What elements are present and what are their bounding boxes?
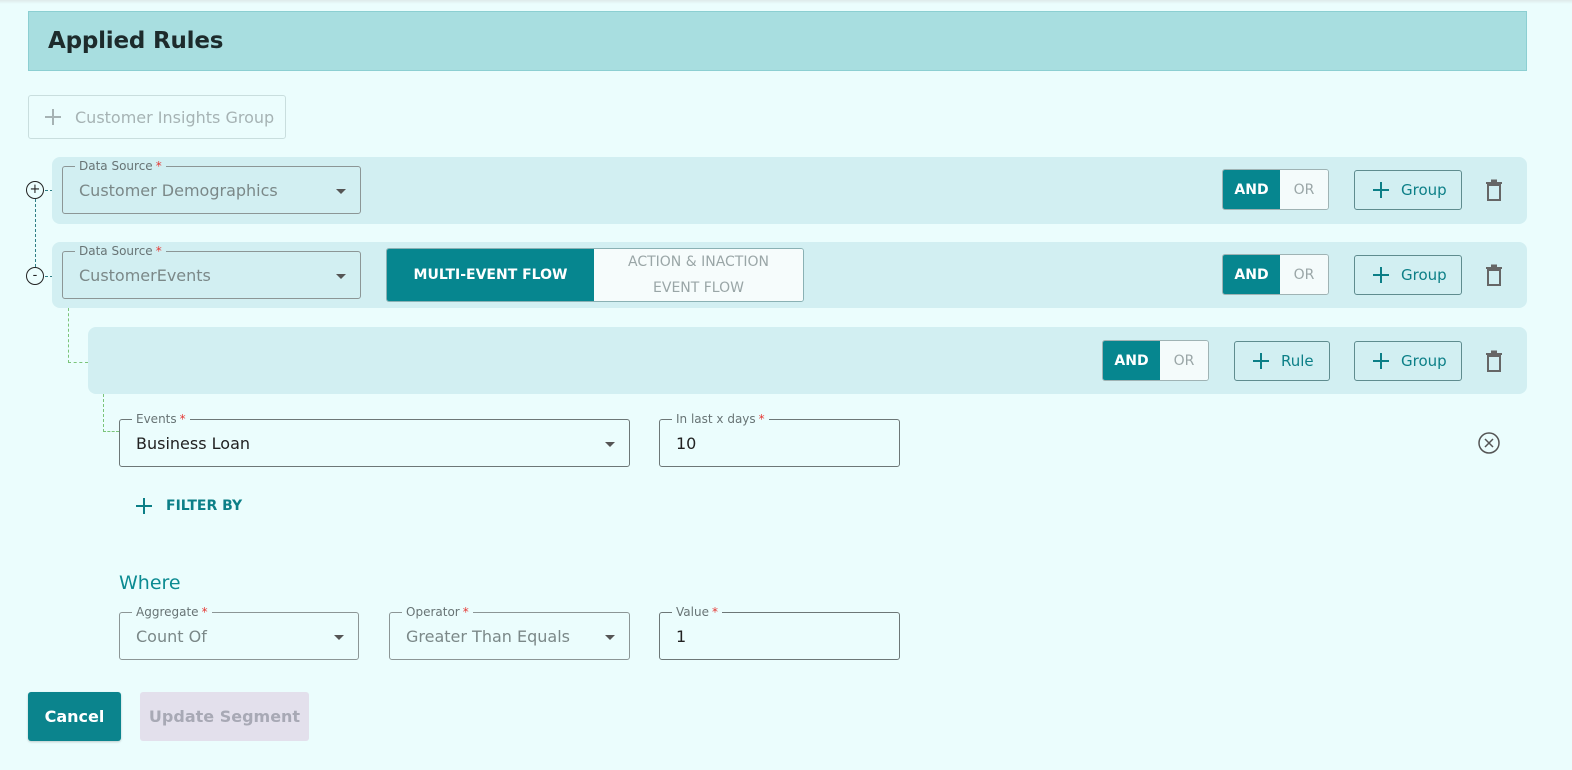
last-x-days-label: In last x days — [676, 412, 756, 426]
add-rule-button[interactable]: Rule — [1234, 341, 1330, 381]
close-circle-icon[interactable] — [1478, 432, 1500, 454]
value-input[interactable]: Value * 1 — [659, 605, 900, 660]
collapse-group-toggle[interactable]: - — [26, 267, 44, 285]
chevron-down-icon — [336, 189, 346, 194]
add-group-label: Group — [1401, 266, 1447, 284]
operator-value: Greater Than Equals — [406, 627, 570, 646]
or-button[interactable]: OR — [1280, 170, 1328, 209]
or-button[interactable]: OR — [1280, 255, 1328, 294]
data-source-label: Data Source — [79, 159, 153, 173]
logic-toggle-group1: AND OR — [1222, 169, 1329, 210]
chevron-down-icon — [605, 635, 615, 640]
multi-event-flow-tab[interactable]: MULTI-EVENT FLOW — [387, 249, 594, 301]
action-inaction-event-flow-tab[interactable]: ACTION & INACTION EVENT FLOW — [594, 249, 803, 301]
trash-icon[interactable] — [1485, 264, 1503, 286]
and-button[interactable]: AND — [1103, 341, 1160, 380]
plus-icon — [1373, 182, 1389, 198]
last-x-days-value: 10 — [676, 434, 697, 453]
cancel-button[interactable]: Cancel — [28, 692, 121, 741]
filter-by-label: FILTER BY — [166, 498, 243, 514]
applied-rules-header: Applied Rules — [28, 11, 1527, 71]
data-source-select-events[interactable]: Data Source * CustomerEvents — [62, 244, 361, 299]
events-label: Events — [136, 412, 177, 426]
operator-label: Operator — [406, 605, 460, 619]
update-segment-button[interactable]: Update Segment — [140, 692, 309, 741]
plus-icon — [45, 109, 61, 125]
logic-toggle-group2: AND OR — [1222, 254, 1329, 295]
value-value: 1 — [676, 627, 687, 646]
logic-toggle-subgroup: AND OR — [1102, 340, 1209, 381]
operator-select[interactable]: Operator * Greater Than Equals — [389, 605, 630, 660]
plus-icon — [1373, 267, 1389, 283]
add-rule-label: Rule — [1281, 352, 1314, 370]
aggregate-select[interactable]: Aggregate * Count Of — [119, 605, 359, 660]
data-source-label: Data Source — [79, 244, 153, 258]
add-customer-insights-group-label: Customer Insights Group — [75, 107, 275, 127]
group-connector-line — [35, 199, 36, 267]
rule-connector-line — [103, 394, 119, 432]
plus-icon — [136, 498, 152, 514]
trash-icon[interactable] — [1485, 350, 1503, 372]
expand-group-toggle[interactable]: + — [26, 181, 44, 199]
add-group-button[interactable]: Group — [1354, 170, 1462, 210]
trash-icon[interactable] — [1485, 179, 1503, 201]
add-group-button[interactable]: Group — [1354, 341, 1462, 381]
add-group-label: Group — [1401, 352, 1447, 370]
add-customer-insights-group-button[interactable]: Customer Insights Group — [28, 95, 286, 139]
chevron-down-icon — [336, 274, 346, 279]
chevron-down-icon — [334, 635, 344, 640]
data-source-value: CustomerEvents — [79, 266, 211, 285]
last-x-days-input[interactable]: In last x days * 10 — [659, 412, 900, 467]
add-group-button[interactable]: Group — [1354, 255, 1462, 295]
and-button[interactable]: AND — [1223, 170, 1280, 209]
data-source-select-demographics[interactable]: Data Source * Customer Demographics — [62, 159, 361, 214]
top-divider — [0, 0, 1572, 4]
subgroup-connector-line — [68, 308, 88, 363]
or-button[interactable]: OR — [1160, 341, 1208, 380]
add-group-label: Group — [1401, 181, 1447, 199]
events-select[interactable]: Events * Business Loan — [119, 412, 630, 467]
event-flow-toggle: MULTI-EVENT FLOW ACTION & INACTION EVENT… — [386, 248, 804, 302]
page-title: Applied Rules — [48, 28, 224, 54]
events-value: Business Loan — [136, 434, 251, 453]
filter-by-button[interactable]: FILTER BY — [136, 498, 242, 514]
aggregate-label: Aggregate — [136, 605, 199, 619]
and-button[interactable]: AND — [1223, 255, 1280, 294]
chevron-down-icon — [605, 442, 615, 447]
plus-icon — [1253, 353, 1269, 369]
data-source-value: Customer Demographics — [79, 181, 278, 200]
aggregate-value: Count Of — [136, 627, 207, 646]
where-heading: Where — [119, 572, 181, 594]
plus-icon — [1373, 353, 1389, 369]
value-label: Value — [676, 605, 709, 619]
